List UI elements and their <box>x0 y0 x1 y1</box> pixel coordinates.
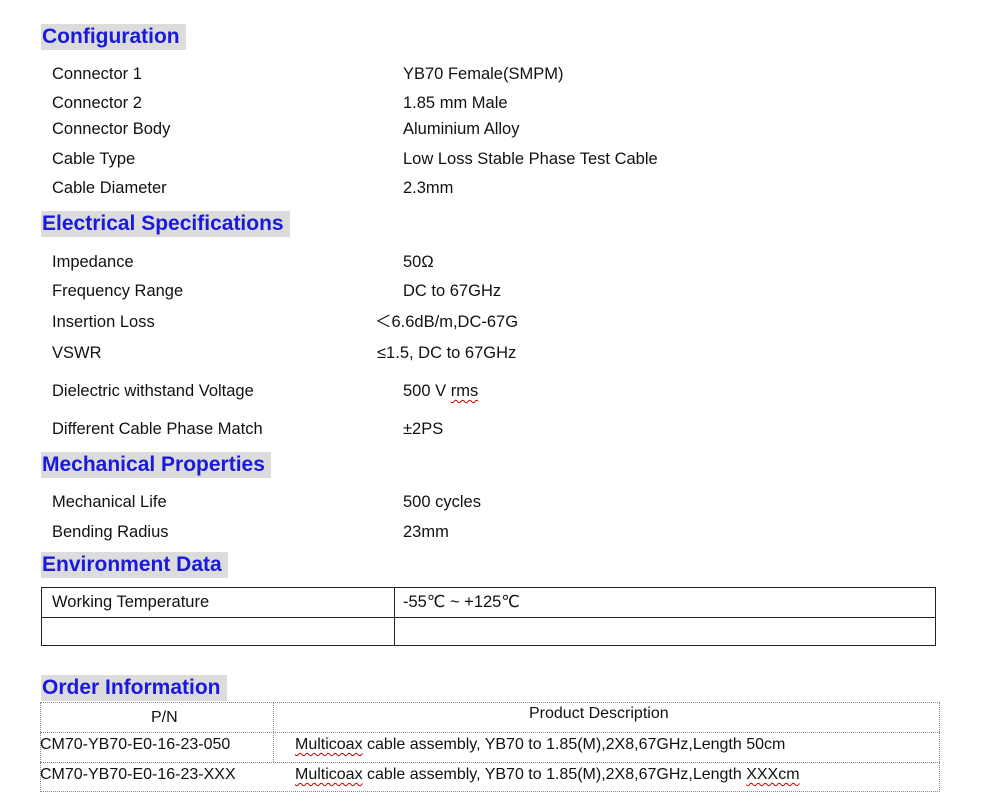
env-label-working-temperature: Working Temperature <box>52 593 210 611</box>
spec-value-connector-body: Aluminium Alloy <box>403 120 520 138</box>
spec-label-cable-diameter: Cable Diameter <box>52 179 167 197</box>
order-pn-1: CM70-YB70-E0-16-23-050 <box>40 736 231 753</box>
spec-label-dielectric-voltage: Dielectric withstand Voltage <box>52 382 254 400</box>
spec-value-cable-type: Low Loss Stable Phase Test Cable <box>403 150 658 168</box>
order-table: P/N Product Description CM70-YB70-E0-16-… <box>40 702 940 792</box>
spec-label-insertion-loss: Insertion Loss <box>52 313 155 331</box>
spec-value-bending-radius: 23mm <box>403 523 449 541</box>
order-desc-1: Multicoax cable assembly, YB70 to 1.85(M… <box>295 735 785 755</box>
spec-label-vswr: VSWR <box>52 344 102 362</box>
spec-value-dielectric-voltage: 500 V rms <box>403 381 478 401</box>
environment-heading: Environment Data <box>41 552 228 578</box>
order-heading: Order Information <box>41 675 227 701</box>
mechanical-heading: Mechanical Properties <box>41 452 271 478</box>
table-rule <box>40 791 940 792</box>
table-row: Working Temperature -55℃ ~ +125℃ <box>42 588 935 618</box>
spec-value-frequency-range: DC to 67GHz <box>403 282 502 300</box>
spec-value-mechanical-life: 500 cycles <box>403 493 481 511</box>
spec-label-impedance: Impedance <box>52 253 134 271</box>
voltage-value: 500 V <box>403 382 451 400</box>
desc-word: Multicoax <box>295 766 363 783</box>
electrical-heading: Electrical Specifications <box>41 211 290 237</box>
voltage-unit: rms <box>450 382 479 400</box>
spec-label-cable-type: Cable Type <box>52 150 136 168</box>
desc-rest: cable assembly, YB70 to 1.85(M),2X8,67GH… <box>362 766 747 783</box>
table-rule <box>40 762 940 763</box>
spec-value-cable-diameter: 2.3mm <box>403 179 454 197</box>
column-header-description: Product Description <box>529 705 669 722</box>
column-header-pn: P/N <box>151 709 178 726</box>
spec-label-connector-body: Connector Body <box>52 120 171 138</box>
spec-label-mechanical-life: Mechanical Life <box>52 493 167 511</box>
spec-value-connector-1: YB70 Female(SMPM) <box>403 65 564 83</box>
table-rule <box>939 702 940 792</box>
table-row <box>42 617 935 645</box>
spec-label-connector-1: Connector 1 <box>52 65 142 83</box>
order-desc-2: Multicoax cable assembly, YB70 to 1.85(M… <box>295 765 800 785</box>
desc-rest: cable assembly, YB70 to 1.85(M),2X8,67GH… <box>362 736 786 753</box>
spec-label-connector-2: Connector 2 <box>52 94 142 112</box>
desc-tail: XXXcm <box>746 766 800 783</box>
spec-label-frequency-range: Frequency Range <box>52 282 184 300</box>
spec-value-impedance: 50Ω <box>403 253 434 271</box>
table-rule <box>40 702 940 703</box>
env-value-working-temperature: -55℃ ~ +125℃ <box>403 593 520 611</box>
spec-value-insertion-loss: ＜6.6dB/m,DC-67G <box>375 313 519 331</box>
order-pn-2: CM70-YB70-E0-16-23-XXX <box>40 766 236 783</box>
spec-label-bending-radius: Bending Radius <box>52 523 169 541</box>
environment-table: Working Temperature -55℃ ~ +125℃ <box>41 587 936 646</box>
table-rule <box>40 732 940 733</box>
spec-value-phase-match: ±2PS <box>403 420 444 438</box>
spec-value-vswr: ≤1.5, DC to 67GHz <box>377 344 517 362</box>
desc-word: Multicoax <box>295 736 363 753</box>
spec-value-connector-2: 1.85 mm Male <box>403 94 508 112</box>
configuration-heading: Configuration <box>41 24 186 50</box>
table-rule <box>273 702 274 762</box>
table-divider <box>394 588 395 645</box>
spec-label-phase-match: Different Cable Phase Match <box>52 420 263 438</box>
